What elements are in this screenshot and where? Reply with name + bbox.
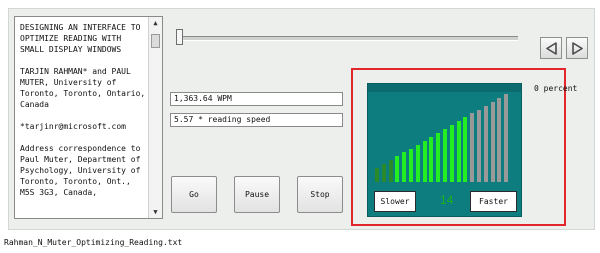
speed-bar (504, 94, 509, 182)
speed-bar (456, 121, 461, 182)
speed-bar (449, 125, 454, 182)
text-area-scrollbar[interactable]: ▲ ▼ (148, 17, 162, 218)
speed-bar (409, 148, 413, 182)
slower-button[interactable]: Slower (374, 191, 416, 212)
speed-bar (375, 168, 379, 182)
speed-bar (443, 129, 447, 182)
speed-bar (436, 132, 441, 182)
speed-level-value: 14 (440, 193, 454, 207)
speed-meter-header (368, 84, 521, 92)
scroll-up-arrow-icon[interactable]: ▲ (149, 17, 162, 29)
position-slider-thumb[interactable] (176, 29, 183, 45)
speed-bar (463, 117, 468, 182)
text-paragraph-address: Address correspondence to Paul Muter, De… (20, 144, 141, 197)
reading-speed-readout: 5.57 * reading speed (170, 113, 343, 127)
speed-bar (415, 144, 420, 182)
text-paragraph-email: *tarjinr@microsoft.com (20, 122, 126, 131)
go-button[interactable]: Go (171, 176, 217, 213)
text-paragraph-title: DESIGNING AN INTERFACE TO OPTIMIZE READI… (20, 23, 141, 54)
wpm-readout: 1,363.64 WPM (170, 92, 343, 106)
speed-bar (477, 109, 481, 182)
forward-button[interactable] (566, 37, 588, 59)
document-text-area[interactable]: DESIGNING AN INTERFACE TO OPTIMIZE READI… (14, 16, 163, 219)
pause-button[interactable]: Pause (234, 176, 280, 213)
back-button[interactable] (540, 37, 562, 59)
speed-bar (497, 97, 502, 182)
speed-bar (429, 136, 434, 182)
stop-button[interactable]: Stop (297, 176, 343, 213)
speed-bar (388, 160, 393, 182)
document-text: DESIGNING AN INTERFACE TO OPTIMIZE READI… (20, 22, 146, 209)
speed-bar (395, 156, 400, 182)
status-filename: Rahman_N_Muter_Optimizing_Reading.txt (4, 238, 183, 247)
reader-app: DESIGNING AN INTERFACE TO OPTIMIZE READI… (0, 0, 600, 253)
position-slider-track[interactable] (179, 36, 518, 41)
text-paragraph-authors: TARJIN RAHMAN* and PAUL MUTER, Universit… (20, 67, 146, 109)
speed-bar (483, 105, 488, 182)
faster-button[interactable]: Faster (470, 191, 517, 212)
speed-bar (381, 164, 386, 182)
triangle-left-icon (546, 42, 557, 55)
scroll-down-arrow-icon[interactable]: ▼ (149, 206, 162, 218)
speed-bar (402, 152, 407, 182)
speed-bar (422, 140, 427, 182)
progress-percent: 0 percent (534, 84, 578, 93)
triangle-right-icon (572, 42, 583, 55)
speed-meter: Slower 14 Faster (367, 83, 522, 217)
speed-bar (470, 113, 475, 182)
speed-bar (490, 101, 495, 182)
scrollbar-thumb[interactable] (151, 34, 160, 48)
